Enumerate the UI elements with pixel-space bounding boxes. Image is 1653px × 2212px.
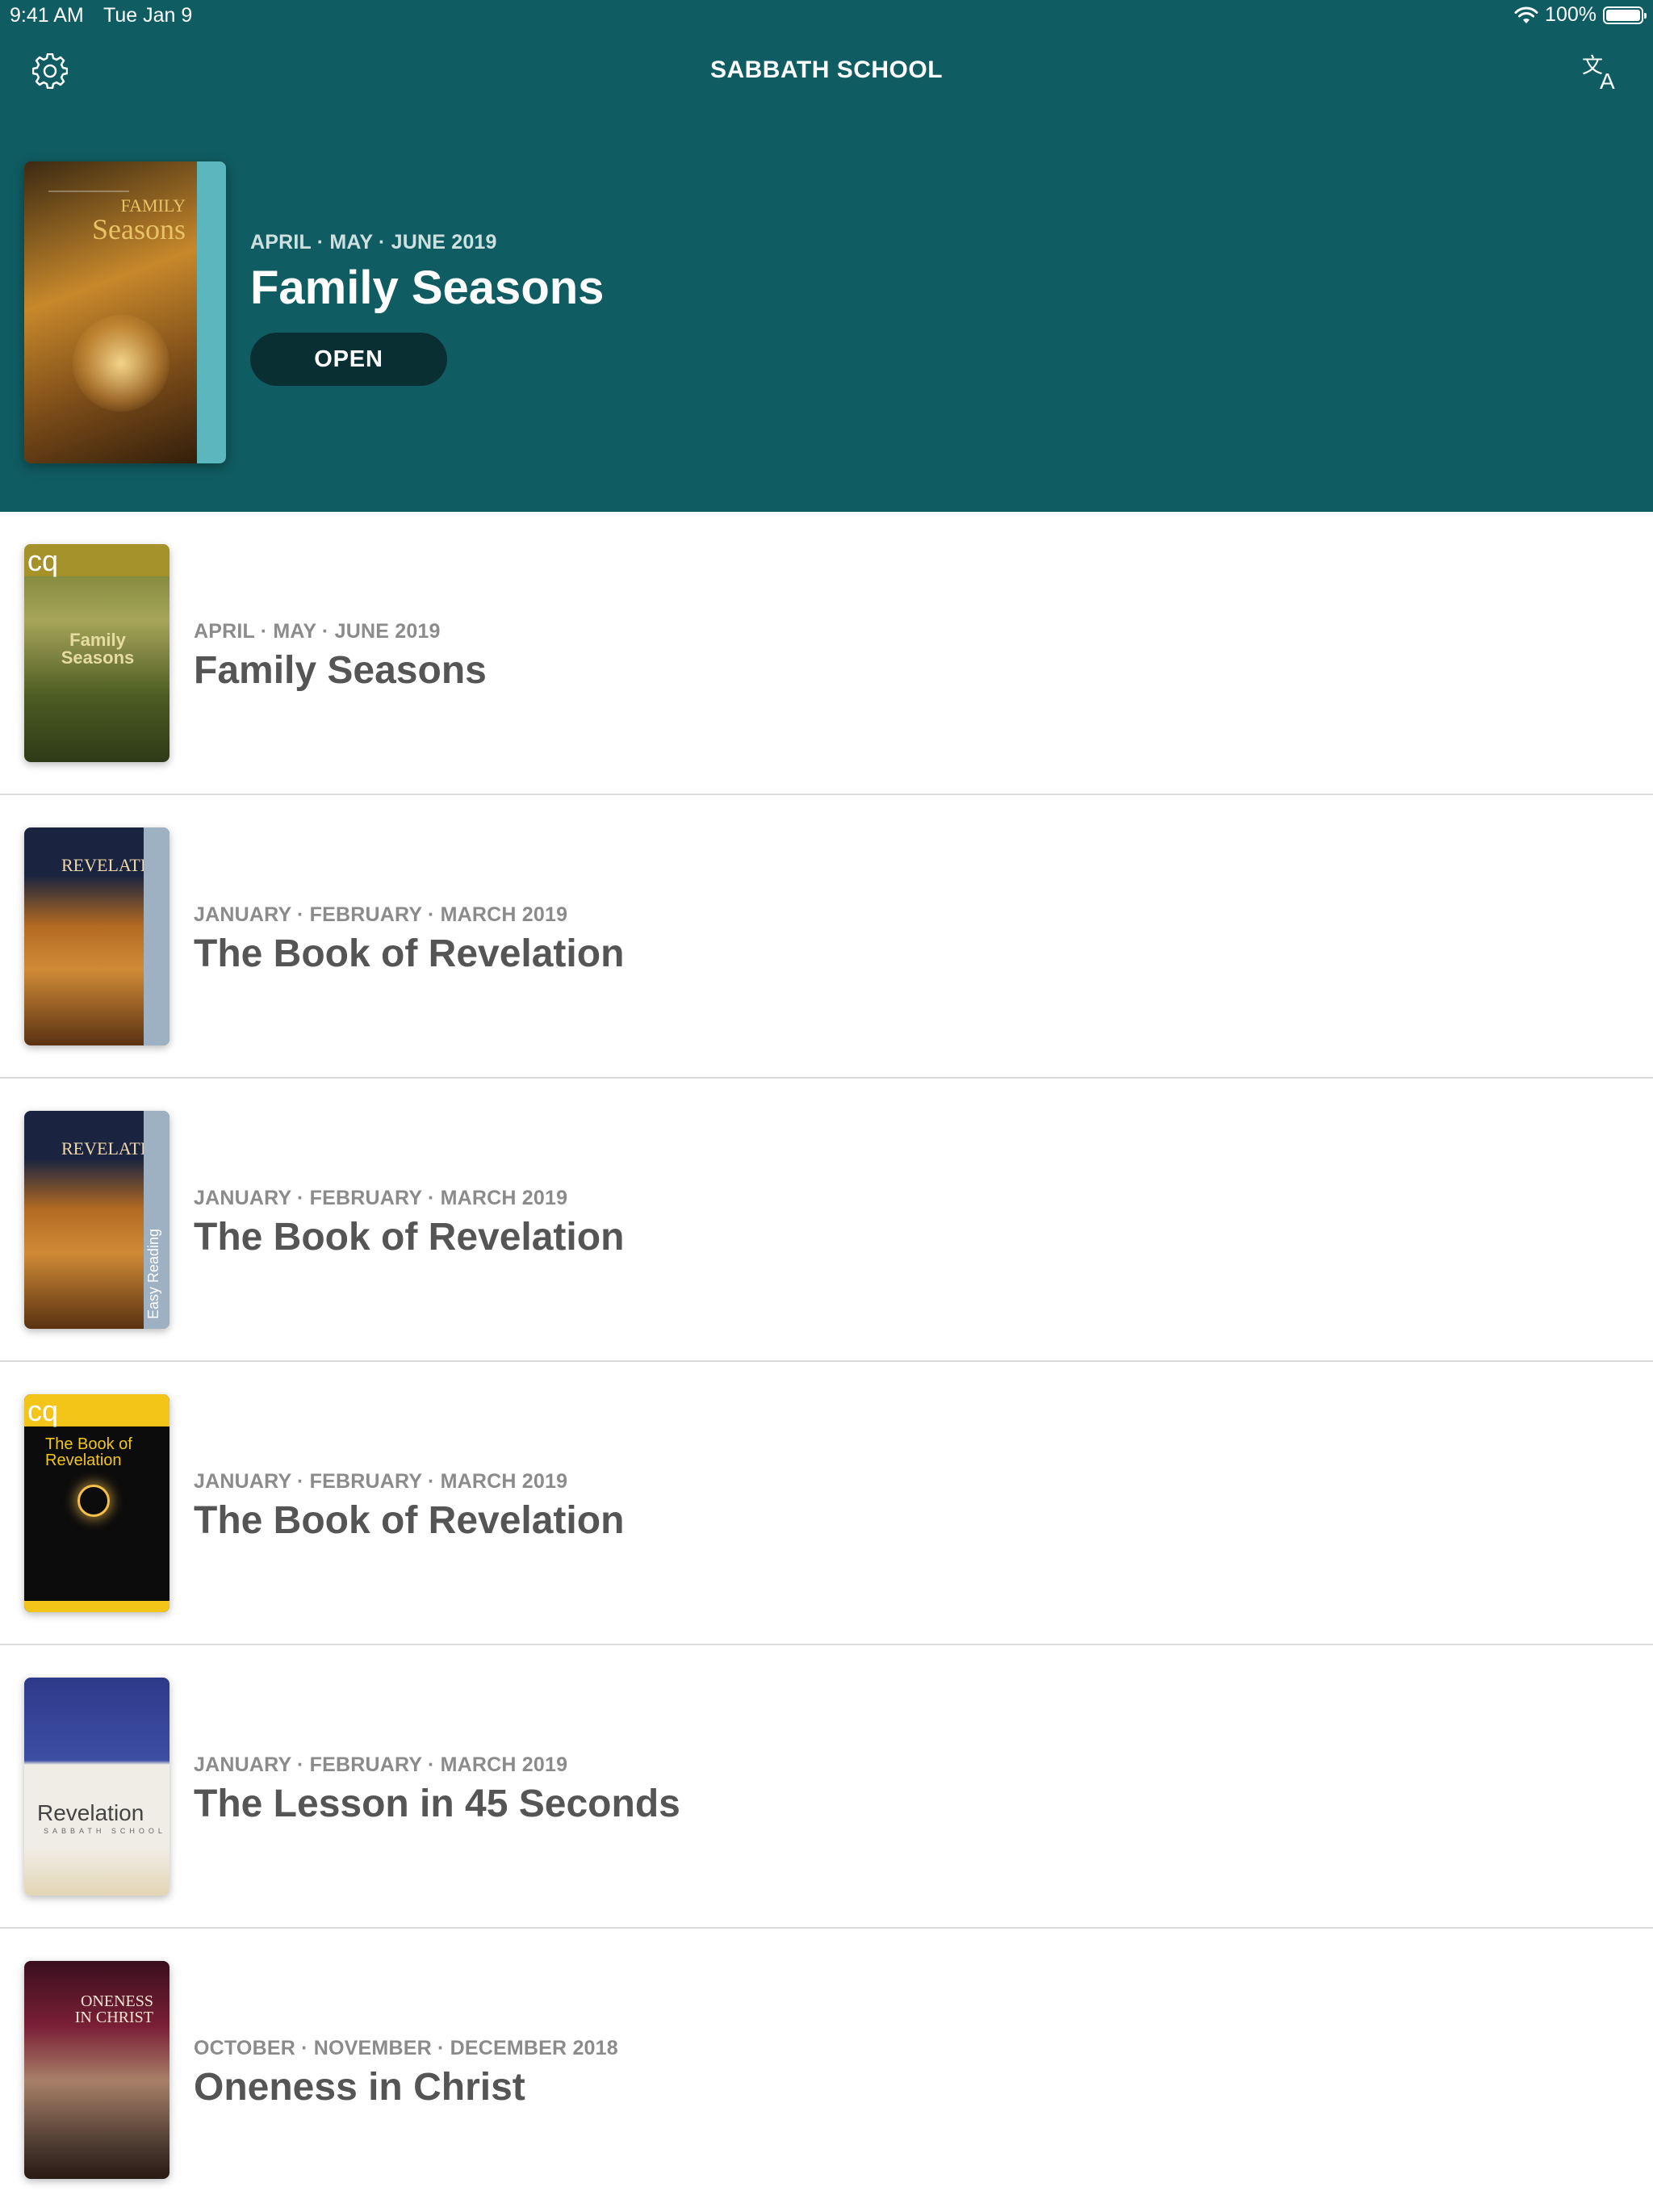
cover-title: Revelation [37, 1800, 144, 1825]
cover-spine-text: Easy Reading [145, 1228, 161, 1319]
list-title: Oneness in Christ [194, 2066, 525, 2109]
list-info: APRIL · MAY · JUNE 2019 Family Seasons [194, 620, 487, 693]
quarterly-cover-image: Revelation SABBATH SCHOOL [24, 1678, 169, 1896]
cover-spine: Easy Reading [144, 1111, 169, 1329]
nav-bar: SABBATH SCHOOL 文 A [0, 32, 1653, 113]
list-date: JANUARY · FEBRUARY · MARCH 2019 [194, 1470, 568, 1493]
wifi-icon [1514, 6, 1538, 23]
list-item[interactable]: REVELATION JANUARY · FEBRUARY · MARCH 20… [0, 795, 1653, 1079]
list-info: JANUARY · FEBRUARY · MARCH 2019 The Less… [194, 1753, 680, 1826]
cover-subtitle: SABBATH SCHOOL [44, 1827, 166, 1835]
list-title: The Book of Revelation [194, 1216, 625, 1259]
cover-title: The Book of Revelation [45, 1435, 132, 1469]
list-item[interactable]: REVELATION Easy Reading JANUARY · FEBRUA… [0, 1079, 1653, 1362]
cover-title-line-1: FAMILY [120, 195, 186, 216]
cover-mark: cq [27, 544, 59, 577]
list-date: OCTOBER · NOVEMBER · DECEMBER 2018 [194, 2037, 618, 2059]
page-title: SABBATH SCHOOL [709, 57, 944, 83]
status-date: Tue Jan 9 [103, 4, 193, 27]
cover-mark: cq [27, 1394, 59, 1427]
cover-band-bottom [24, 1601, 169, 1612]
list-title: The Book of Revelation [194, 1499, 625, 1542]
list-item[interactable]: Revelation SABBATH SCHOOL JANUARY · FEBR… [0, 1645, 1653, 1929]
cover-spine [197, 161, 226, 463]
open-button[interactable]: OPEN [250, 333, 447, 386]
list-title: The Lesson in 45 Seconds [194, 1783, 680, 1825]
quarterly-cover-image: ONENESS IN CHRIST [24, 1961, 169, 2179]
cover-spine [144, 827, 169, 1045]
list-info: OCTOBER · NOVEMBER · DECEMBER 2018 Onene… [194, 2037, 618, 2109]
status-time: 9:41 AM [10, 4, 84, 27]
list-item[interactable]: cq The Book of Revelation JANUARY · FEBR… [0, 1362, 1653, 1645]
language-button[interactable]: 文 A [1579, 50, 1624, 95]
featured-cover-image[interactable]: FAMILY Seasons [24, 161, 226, 463]
featured-quarterly: FAMILY Seasons APRIL · MAY · JUNE 2019 F… [24, 161, 1622, 463]
status-bar: 9:41 AM Tue Jan 9 100% [0, 0, 1653, 32]
status-right-group: 100% [1514, 3, 1647, 27]
list-date: APRIL · MAY · JUNE 2019 [194, 620, 441, 643]
cover-title-line-2: Seasons [92, 213, 186, 245]
quarterly-list: cq Family Seasons APRIL · MAY · JUNE 201… [0, 512, 1653, 2212]
battery-percent: 100% [1545, 3, 1597, 26]
featured-date: APRIL · MAY · JUNE 2019 [250, 231, 497, 253]
list-info: JANUARY · FEBRUARY · MARCH 2019 The Book… [194, 1470, 624, 1543]
cover-title: Family Seasons [61, 630, 135, 668]
list-date: JANUARY · FEBRUARY · MARCH 2019 [194, 1187, 568, 1209]
cover-glow [73, 315, 169, 412]
featured-header: 9:41 AM Tue Jan 9 100% SABBATH SCHOOL 文 … [0, 0, 1653, 512]
battery-icon [1603, 6, 1647, 24]
list-date: JANUARY · FEBRUARY · MARCH 2019 [194, 903, 568, 926]
cover-eclipse [77, 1485, 110, 1517]
list-date: JANUARY · FEBRUARY · MARCH 2019 [194, 1753, 568, 1776]
quarterly-cover-image: REVELATION Easy Reading [24, 1111, 169, 1329]
featured-info: APRIL · MAY · JUNE 2019 Family Seasons O… [250, 231, 604, 386]
list-info: JANUARY · FEBRUARY · MARCH 2019 The Book… [194, 903, 624, 976]
list-title: The Book of Revelation [194, 932, 625, 975]
translate-icon: 文 A [1582, 54, 1615, 92]
list-title: Family Seasons [194, 649, 487, 692]
list-info: JANUARY · FEBRUARY · MARCH 2019 The Book… [194, 1187, 624, 1259]
list-item[interactable]: cq Family Seasons APRIL · MAY · JUNE 201… [0, 512, 1653, 795]
featured-title: Family Seasons [250, 262, 605, 314]
svg-text:A: A [1600, 69, 1615, 92]
cover-title: ONENESS IN CHRIST [74, 1992, 153, 2026]
quarterly-cover-image: cq The Book of Revelation [24, 1394, 169, 1612]
quarterly-cover-image: REVELATION [24, 827, 169, 1045]
cover-title: FAMILY Seasons [65, 195, 186, 245]
quarterly-cover-image: cq Family Seasons [24, 544, 169, 762]
list-item[interactable]: ONENESS IN CHRIST OCTOBER · NOVEMBER · D… [0, 1929, 1653, 2212]
